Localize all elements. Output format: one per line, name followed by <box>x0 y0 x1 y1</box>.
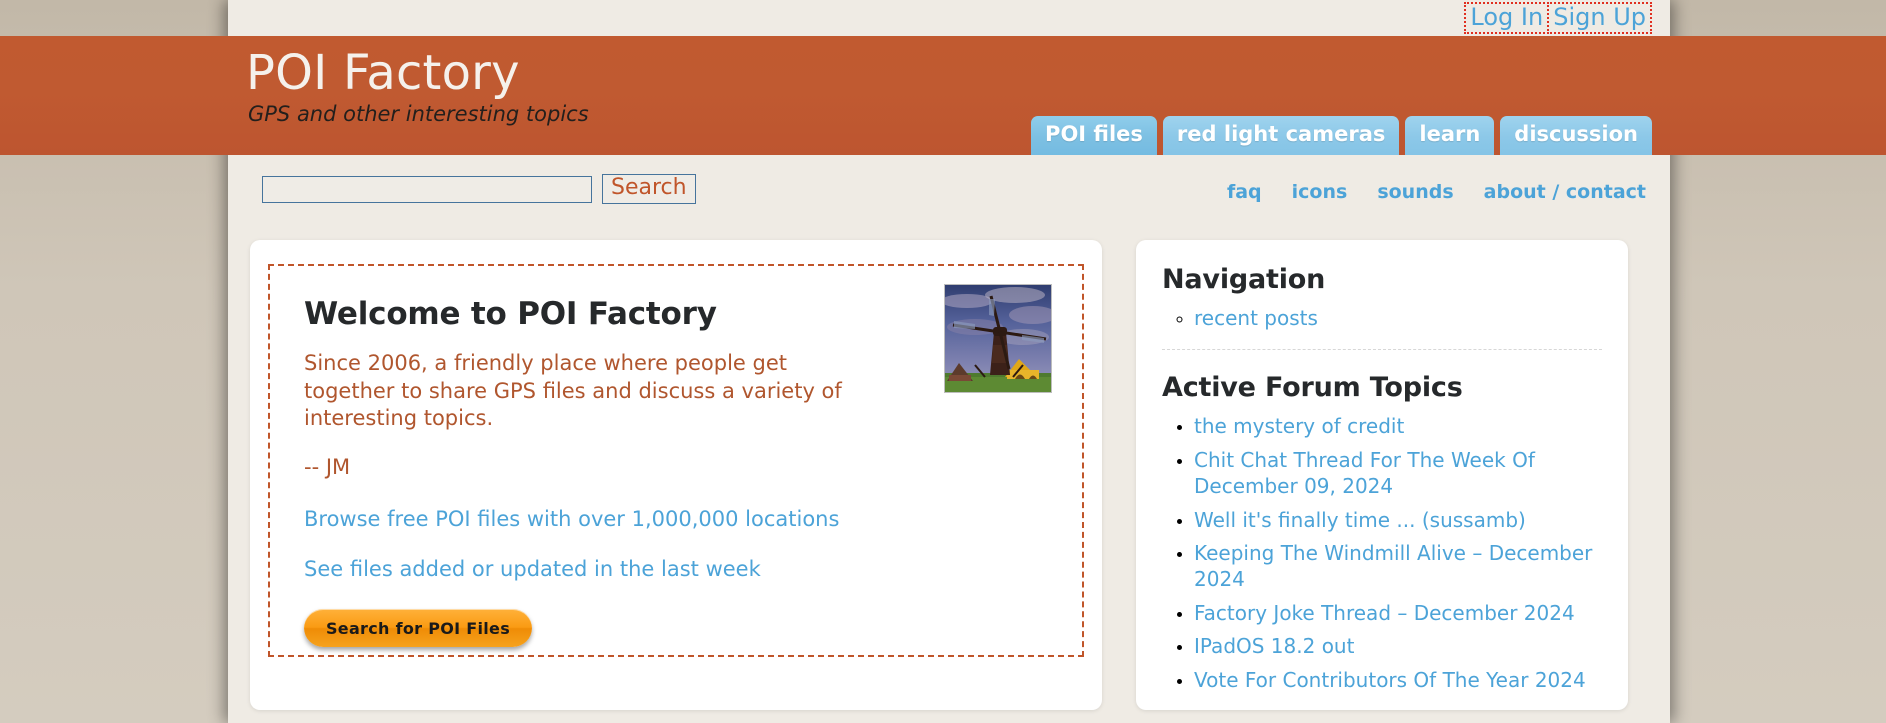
list-item: Well it's finally time ... (sussamb) <box>1194 507 1602 533</box>
forum-topic-link[interactable]: the mystery of credit <box>1194 414 1404 438</box>
list-item: recent posts <box>1194 305 1602 331</box>
welcome-paragraph: Since 2006, a friendly place where peopl… <box>304 350 884 433</box>
tab-learn[interactable]: learn <box>1405 116 1494 155</box>
site-slogan: GPS and other interesting topics <box>248 102 589 126</box>
welcome-signature: -- JM <box>304 455 1048 479</box>
secondary-nav-about-contact[interactable]: about / contact <box>1484 181 1646 203</box>
search-input[interactable] <box>262 176 592 203</box>
forum-topic-link[interactable]: IPadOS 18.2 out <box>1194 634 1354 658</box>
sidebar-item-recent-posts[interactable]: recent posts <box>1194 306 1318 330</box>
search-form: Search <box>262 174 696 204</box>
tab-poi-files[interactable]: POI files <box>1031 116 1157 155</box>
tab-discussion[interactable]: discussion <box>1500 116 1652 155</box>
secondary-nav-faq[interactable]: faq <box>1227 181 1262 203</box>
sidebar-card: Navigation recent posts Active Forum Top… <box>1136 240 1628 710</box>
utility-bar: Log In Sign Up <box>228 0 1670 36</box>
tab-red-light-cameras[interactable]: red light cameras <box>1163 116 1399 155</box>
search-for-poi-files-button[interactable]: Search for POI Files <box>304 609 532 647</box>
secondary-nav: faq icons sounds about / contact <box>1227 181 1646 203</box>
welcome-box: Welcome to POI Factory Since 2006, a fri… <box>268 264 1084 657</box>
browse-poi-files-link[interactable]: Browse free POI files with over 1,000,00… <box>304 507 1048 531</box>
list-item: Factory Joke Thread – December 2024 <box>1194 600 1602 626</box>
signup-link[interactable]: Sign Up <box>1547 2 1652 34</box>
forum-topic-link[interactable]: Factory Joke Thread – December 2024 <box>1194 601 1575 625</box>
list-item: the mystery of credit <box>1194 413 1602 439</box>
site-title[interactable]: POI Factory <box>246 46 520 101</box>
forum-topic-link[interactable]: Chit Chat Thread For The Week Of Decembe… <box>1194 448 1535 498</box>
forum-topic-link[interactable]: Vote For Contributors Of The Year 2024 <box>1194 668 1586 692</box>
list-item: Chit Chat Thread For The Week Of Decembe… <box>1194 447 1602 500</box>
navigation-list: recent posts <box>1176 305 1602 331</box>
forum-topic-link[interactable]: Well it's finally time ... (sussamb) <box>1194 508 1526 532</box>
search-button[interactable]: Search <box>602 174 696 204</box>
sidebar-divider <box>1162 349 1602 350</box>
main-content-card: Welcome to POI Factory Since 2006, a fri… <box>250 240 1102 710</box>
list-item: IPadOS 18.2 out <box>1194 633 1602 659</box>
windmill-photo <box>944 284 1052 393</box>
navigation-block-title: Navigation <box>1162 264 1602 295</box>
forum-topics-list: the mystery of credit Chit Chat Thread F… <box>1176 413 1602 693</box>
recent-files-link[interactable]: See files added or updated in the last w… <box>304 557 1048 581</box>
welcome-title: Welcome to POI Factory <box>304 296 1048 332</box>
secondary-nav-sounds[interactable]: sounds <box>1377 181 1453 203</box>
forum-topic-link[interactable]: Keeping The Windmill Alive – December 20… <box>1194 541 1592 591</box>
login-link[interactable]: Log In <box>1464 2 1549 34</box>
list-item: Keeping The Windmill Alive – December 20… <box>1194 540 1602 593</box>
secondary-nav-icons[interactable]: icons <box>1292 181 1348 203</box>
primary-tabs: POI files red light cameras learn discus… <box>1031 116 1652 155</box>
search-row: Search faq icons sounds about / contact <box>228 155 1670 217</box>
site-banner-content: POI Factory GPS and other interesting to… <box>228 36 1670 155</box>
list-item: Vote For Contributors Of The Year 2024 <box>1194 667 1602 693</box>
forum-block-title: Active Forum Topics <box>1162 372 1602 403</box>
page-root: Log In Sign Up POI Factory GPS and other… <box>0 0 1886 723</box>
